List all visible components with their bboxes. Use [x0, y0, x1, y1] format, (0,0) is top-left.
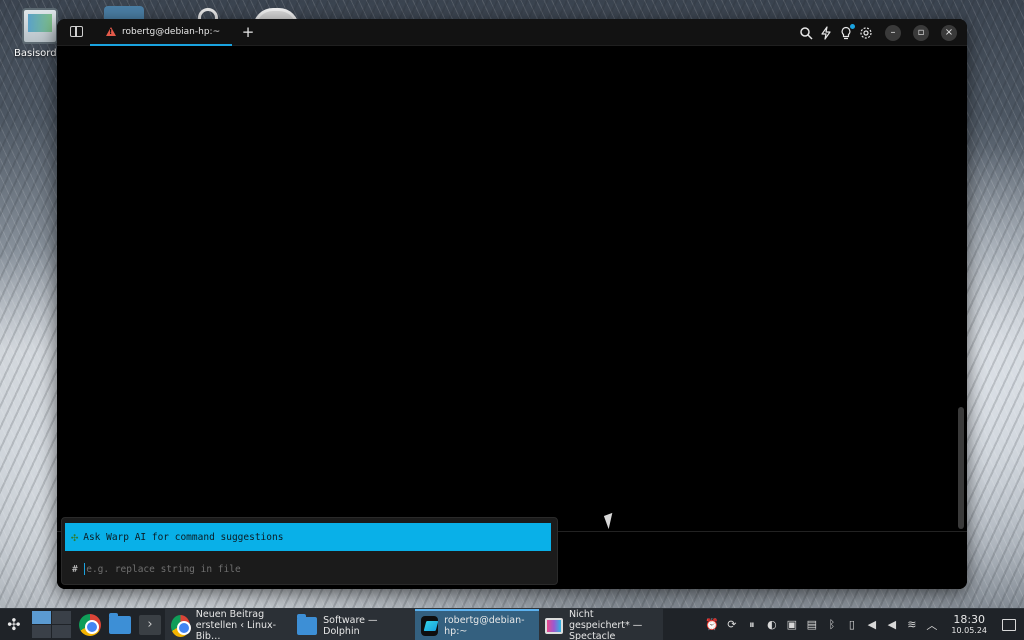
title-bar[interactable]: robertg@debian-hp:~ + – ▫ ×: [57, 19, 967, 46]
chrome-icon: [79, 613, 101, 636]
warning-icon: [106, 27, 116, 36]
warp-terminal-window: robertg@debian-hp:~ + – ▫ ×: [57, 19, 967, 589]
desktop-4[interactable]: [52, 625, 71, 638]
task-dolphin[interactable]: Software — Dolphin: [291, 608, 415, 640]
tab-title: robertg@debian-hp:~: [122, 26, 221, 37]
desktop-1[interactable]: [32, 611, 51, 624]
task-label: Neuen Beitrag erstellen ‹ Linux-Bib…: [195, 609, 277, 640]
lightning-icon[interactable]: [819, 25, 833, 40]
taskbar: ✣ › Neuen Beitrag erstellen ‹ Linux-Bib……: [0, 608, 1024, 640]
screenshot-icon: [545, 617, 563, 634]
connect-icon[interactable]: ◐: [765, 618, 778, 631]
pinned-chrome[interactable]: [75, 609, 105, 640]
computer-icon: [22, 8, 58, 44]
task-label: Nicht gespeichert* — Spectacle: [568, 609, 643, 640]
warp-ai-panel: ✣ Ask Warp AI for command suggestions #: [61, 517, 558, 585]
disk-icon[interactable]: ▣: [785, 618, 798, 631]
scrollbar-thumb[interactable]: [958, 407, 964, 529]
folder-icon: [297, 613, 318, 635]
terminal-output[interactable]: [57, 46, 967, 531]
new-tab-button[interactable]: +: [238, 22, 258, 42]
clock[interactable]: 18:30 10.05.24: [951, 614, 987, 636]
ai-input-row: #: [72, 560, 547, 578]
bluetooth-icon[interactable]: ᛒ: [825, 618, 838, 631]
title-actions: – ▫ ×: [799, 19, 957, 46]
virtual-desktop-pager[interactable]: [32, 611, 71, 638]
phone-icon[interactable]: ▯: [845, 618, 858, 631]
sparkle-icon: ✣: [71, 530, 79, 544]
notification-dot: [850, 23, 855, 29]
close-button[interactable]: ×: [941, 24, 957, 41]
maximize-button[interactable]: ▫: [913, 24, 929, 41]
lightbulb-icon[interactable]: [839, 23, 855, 40]
terminal-icon: ›: [139, 614, 161, 635]
task-label: robertg@debian-hp:~: [444, 614, 525, 637]
desktop-3[interactable]: [32, 625, 51, 638]
chrome-icon: [171, 614, 191, 637]
minimize-button[interactable]: –: [885, 24, 901, 41]
alarm-icon[interactable]: ⏰: [705, 618, 719, 631]
application-launcher-icon[interactable]: ✣: [0, 609, 28, 640]
prompt-symbol: #: [72, 563, 78, 575]
wifi-icon[interactable]: ≋: [905, 618, 918, 631]
pause-icon[interactable]: ⏸: [745, 618, 758, 632]
text-caret: [83, 563, 86, 575]
clipboard-icon[interactable]: ▤: [805, 618, 818, 631]
ai-suggestion-item[interactable]: ✣ Ask Warp AI for command suggestions: [65, 523, 551, 551]
volume-icon[interactable]: ◀: [865, 618, 878, 631]
desktop-2[interactable]: [52, 611, 71, 624]
system-tray: ⏰ ⟳ ⏸ ◐ ▣ ▤ ᛒ ▯ ◀ ◀ ≋ ︿ 18:30 10.05.24: [705, 609, 1024, 640]
task-warp-terminal[interactable]: robertg@debian-hp:~: [415, 608, 539, 640]
task-spectacle[interactable]: Nicht gespeichert* — Spectacle: [539, 608, 663, 640]
pinned-dolphin[interactable]: [105, 609, 135, 640]
chevron-up-icon[interactable]: ︿: [925, 617, 938, 633]
tab-panel-icon[interactable]: [70, 26, 83, 37]
audio-icon[interactable]: ◀: [885, 618, 898, 631]
folder-icon: [109, 612, 131, 634]
tab-terminal[interactable]: robertg@debian-hp:~: [90, 19, 232, 46]
warp-icon: [421, 615, 439, 636]
pinned-terminal[interactable]: ›: [135, 609, 165, 640]
task-label: Software — Dolphin: [323, 614, 378, 637]
gear-icon[interactable]: [859, 26, 873, 40]
ai-query-input[interactable]: [86, 563, 487, 575]
update-icon[interactable]: ⟳: [725, 618, 738, 631]
task-chrome[interactable]: Neuen Beitrag erstellen ‹ Linux-Bib…: [165, 608, 291, 640]
ai-suggestion-label: Ask Warp AI for command suggestions: [83, 531, 284, 543]
search-icon[interactable]: [799, 26, 813, 40]
show-desktop-icon[interactable]: [1002, 618, 1016, 631]
